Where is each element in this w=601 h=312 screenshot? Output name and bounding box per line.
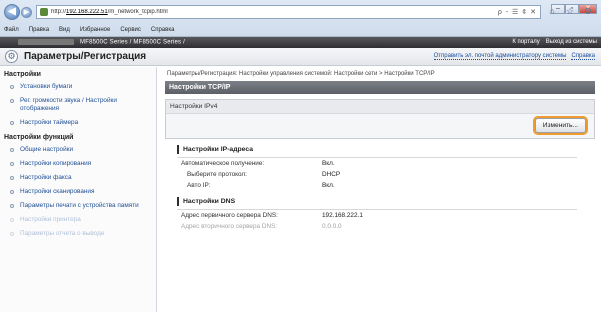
bullet-icon — [10, 232, 14, 236]
sidebar: Настройки Установки бумаги Рег. громкост… — [0, 67, 157, 312]
sidebar-item-copy[interactable]: Настройки копирования — [0, 157, 156, 171]
settings-gear-icon: ⚙ — [5, 50, 18, 63]
menu-item[interactable]: Правка — [29, 24, 49, 36]
portal-link[interactable]: К порталу — [512, 39, 539, 45]
section-heading: Настройки IP-адреса — [177, 145, 577, 158]
ipv4-heading: Настройки IPv4 — [166, 100, 594, 114]
ip-address-section: Настройки IP-адреса Автоматическое получ… — [177, 145, 595, 191]
logout-link[interactable]: Выход из системы — [546, 39, 597, 45]
main-content: Параметры/Регистрация: Настройки управле… — [165, 67, 595, 312]
bullet-icon — [10, 162, 14, 166]
address-controls[interactable]: ρ - ☰ ¢ ✕ — [498, 8, 537, 16]
sidebar-item-memory-print[interactable]: Параметры печати с устройства памяти — [0, 199, 156, 213]
panel-title: Настройки TCP/IP — [165, 81, 595, 94]
menu-item[interactable]: Сервис — [120, 24, 141, 36]
sidebar-heading-settings: Настройки — [4, 71, 41, 78]
device-model: MF8500C Series / MF8500C Series / — [18, 39, 185, 46]
section-marker — [177, 145, 179, 154]
toolbar-icons: ⌂ ☆ ⚙ — [546, 5, 594, 17]
breadcrumb: Параметры/Регистрация: Настройки управле… — [167, 71, 435, 77]
forward-button[interactable]: ▶ — [21, 7, 32, 18]
bullet-icon — [10, 121, 14, 125]
menu-item[interactable]: Избранное — [80, 24, 110, 36]
device-links: К порталу Выход из системы — [512, 39, 597, 45]
bullet-icon — [10, 204, 14, 208]
menu-item[interactable]: Файл — [4, 24, 19, 36]
section-heading: Настройки DNS — [177, 197, 577, 210]
edit-button[interactable]: Изменить... — [534, 118, 586, 133]
sidebar-item-volume-display[interactable]: Рег. громкости звука / Настройки отображ… — [0, 94, 156, 116]
sidebar-item-general[interactable]: Общие настройки — [0, 143, 156, 157]
sidebar-item-report[interactable]: Параметры отчета о выводе — [0, 227, 156, 241]
setting-row: Авто IP: Вкл. — [187, 182, 335, 189]
url-text: http://192.168.222.51/m_network_tcpip.ht… — [51, 9, 168, 15]
setting-row: Адрес первичного сервера DNS: 192.168.222… — [181, 212, 363, 219]
sidebar-item-printer[interactable]: Настройки принтера — [0, 213, 156, 227]
address-bar[interactable]: http://192.168.222.51/m_network_tcpip.ht… — [36, 5, 541, 19]
ipv4-panel: Настройки IPv4 Изменить... — [165, 99, 595, 139]
setting-row: Выберите протокол: DHCP — [187, 171, 341, 178]
menu-bar: Файл Правка Вид Избранное Сервис Справка — [0, 24, 174, 36]
bullet-icon — [10, 85, 14, 89]
bullet-icon — [10, 176, 14, 180]
brand-logo — [18, 39, 74, 45]
setting-row: Адрес вторичного сервера DNS: 0.0.0.0 — [181, 223, 342, 230]
site-icon — [40, 8, 48, 16]
settings-icon[interactable]: ⚙ — [582, 5, 594, 17]
sidebar-heading-functions: Настройки функций — [4, 134, 74, 141]
sidebar-item-fax[interactable]: Настройки факса — [0, 171, 156, 185]
bullet-icon — [10, 99, 14, 103]
bullet-icon — [10, 218, 14, 222]
sidebar-item-paper[interactable]: Установки бумаги — [0, 80, 156, 94]
setting-row: Автоматическое получение: Вкл. — [181, 160, 335, 167]
bullet-icon — [10, 148, 14, 152]
dns-section: Настройки DNS Адрес первичного сервера D… — [177, 197, 595, 232]
title-links: Отправить эл. почтой администратору сист… — [433, 53, 595, 60]
sidebar-item-timer[interactable]: Настройки таймера — [0, 116, 156, 130]
browser-chrome: – ▫ ✕ ◀ ▶ http://192.168.222.51/m_networ… — [0, 0, 601, 37]
help-link[interactable]: Справка — [571, 53, 595, 60]
page-titlebar: ⚙ Параметры/Регистрация Отправить эл. по… — [0, 48, 601, 66]
page-title: Параметры/Регистрация — [24, 51, 147, 62]
section-marker — [177, 197, 179, 206]
bullet-icon — [10, 190, 14, 194]
back-button[interactable]: ◀ — [4, 4, 20, 20]
home-icon[interactable]: ⌂ — [546, 5, 558, 17]
edit-row: Изменить... — [166, 114, 594, 138]
menu-item[interactable]: Вид — [59, 24, 70, 36]
device-header: MF8500C Series / MF8500C Series / К порт… — [0, 37, 601, 48]
favorites-icon[interactable]: ☆ — [564, 5, 576, 17]
email-admin-link[interactable]: Отправить эл. почтой администратору сист… — [433, 53, 567, 60]
sidebar-item-scan[interactable]: Настройки сканирования — [0, 185, 156, 199]
menu-item[interactable]: Справка — [151, 24, 175, 36]
